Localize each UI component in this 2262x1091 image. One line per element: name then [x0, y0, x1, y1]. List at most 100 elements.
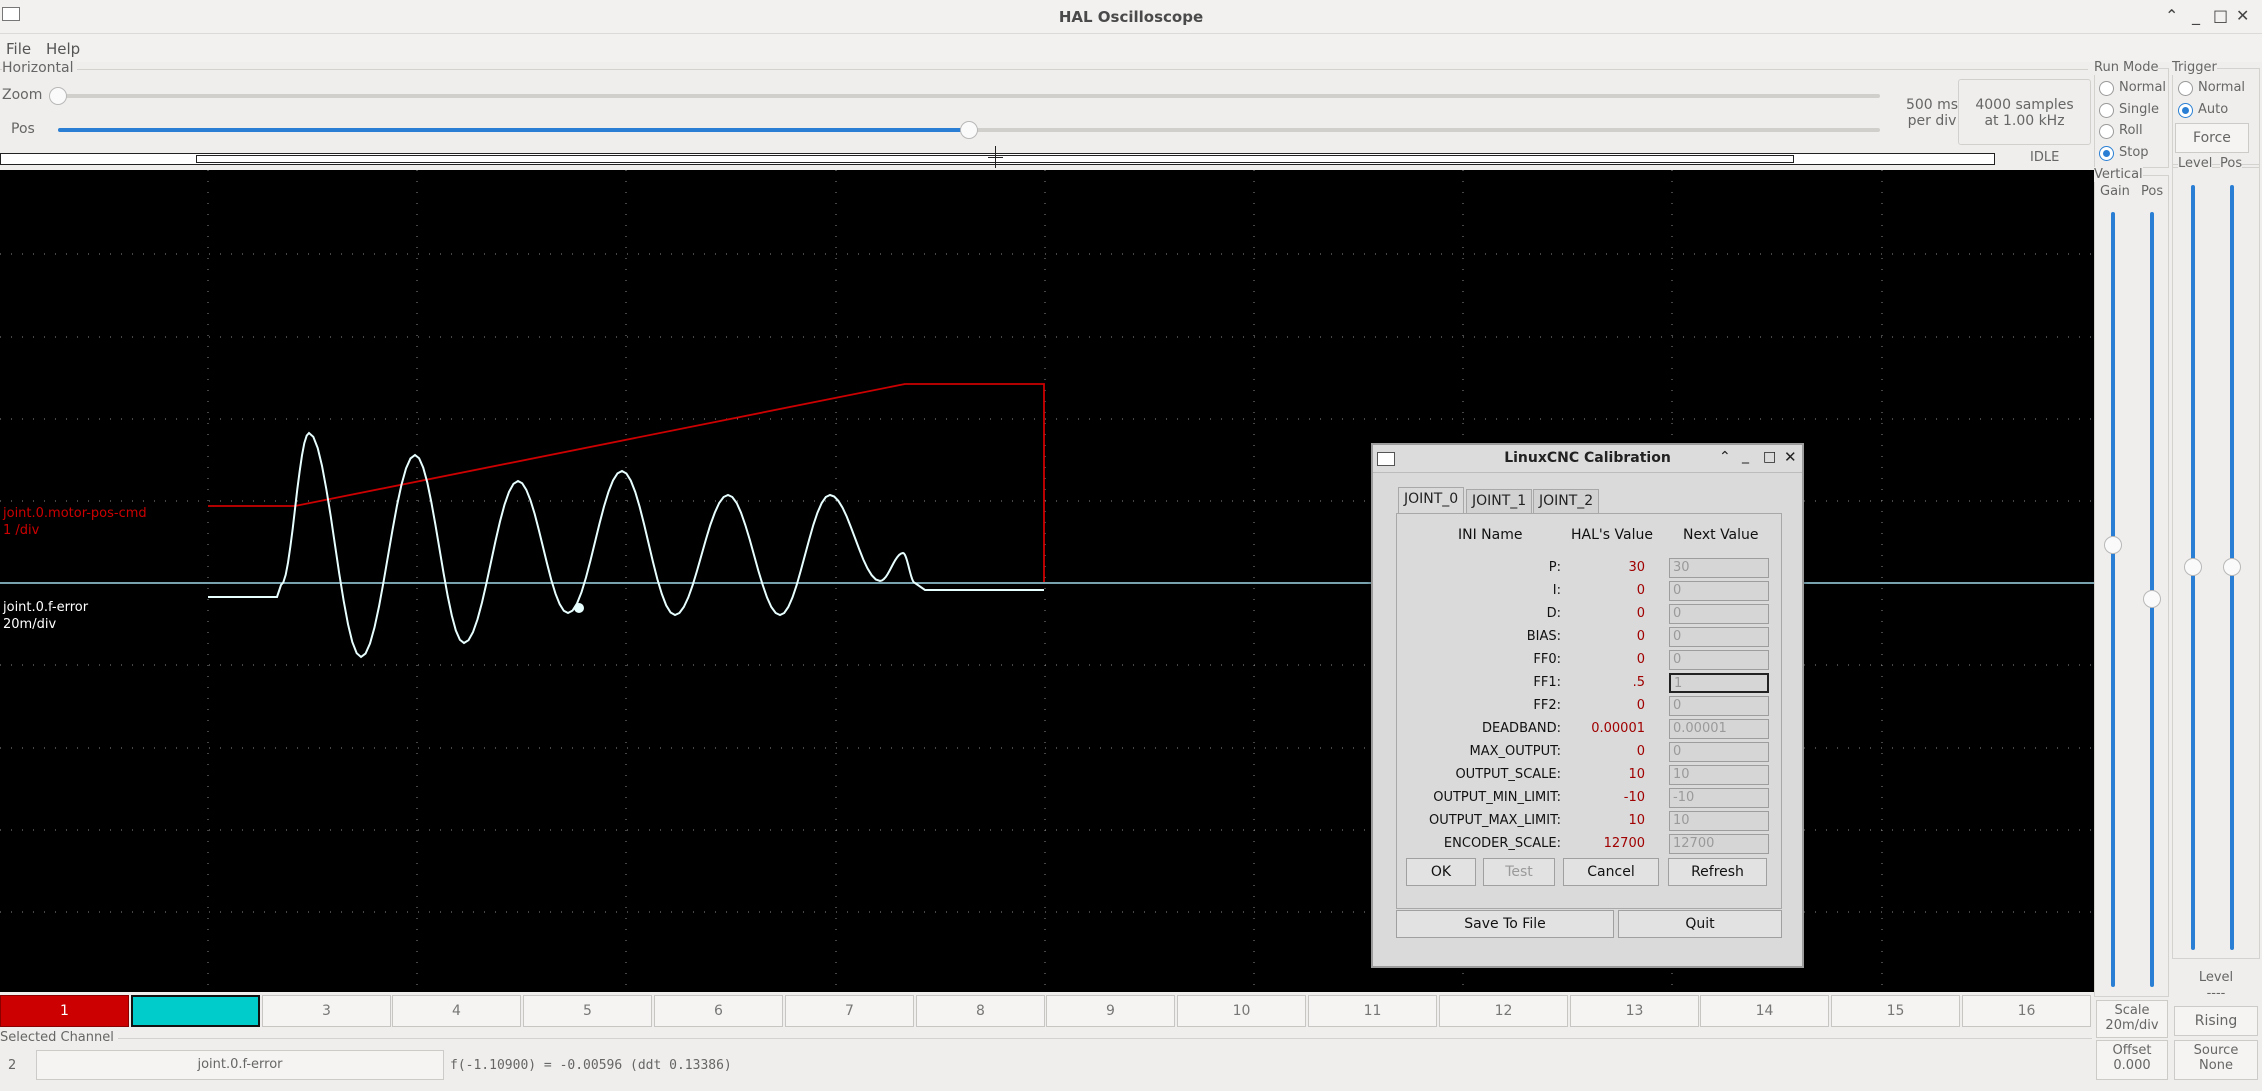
gain-slider-fill[interactable] [2111, 212, 2115, 987]
ch2-trace-label: joint.0.f-error [3, 600, 89, 615]
row-name: BIAS: [1526, 629, 1561, 644]
row-hal-value: 0 [1636, 583, 1645, 598]
trigger-auto-label[interactable]: Auto [2198, 102, 2228, 117]
run-mode-roll-radio[interactable] [2099, 124, 2114, 139]
channel-button-15[interactable]: 15 [1831, 995, 1960, 1027]
run-mode-label: Run Mode [2094, 60, 2159, 75]
channel-button-1[interactable]: 1 [0, 995, 129, 1027]
selected-channel-name-button[interactable]: joint.0.f-error [36, 1050, 444, 1080]
row-next-value-input[interactable]: 30 [1669, 558, 1769, 578]
row-next-value-input[interactable]: 1 [1669, 673, 1769, 693]
gain-label: Gain [2100, 184, 2130, 199]
run-mode-single-label[interactable]: Single [2119, 102, 2159, 117]
ch2-scale-label: 20m/div [3, 617, 57, 632]
header-hal-value: HAL's Value [1571, 527, 1653, 543]
row-next-value-input[interactable]: -10 [1669, 788, 1769, 808]
dialog-close-icon[interactable]: ✕ [1784, 448, 1797, 466]
menu-help[interactable]: Help [46, 40, 80, 58]
channel-button-13[interactable]: 13 [1570, 995, 1699, 1027]
row-hal-value: -10 [1623, 790, 1645, 805]
row-hal-value: 10 [1628, 813, 1645, 828]
row-next-value-input[interactable]: 0 [1669, 696, 1769, 716]
run-mode-roll-label[interactable]: Roll [2119, 123, 2143, 138]
zoom-slider-knob[interactable] [49, 87, 67, 105]
run-status: IDLE [2030, 150, 2060, 165]
cancel-button[interactable]: Cancel [1563, 858, 1659, 886]
run-mode-normal-label[interactable]: Normal [2119, 80, 2166, 95]
channel-button-14[interactable]: 14 [1700, 995, 1829, 1027]
tab-joint-1[interactable]: JOINT_1 [1466, 489, 1533, 513]
offset-button[interactable]: Offset 0.000 [2096, 1040, 2168, 1080]
zoom-slider-track[interactable] [58, 94, 1880, 98]
row-name: D: [1546, 606, 1561, 621]
channel-button-4[interactable]: 4 [392, 995, 521, 1027]
run-mode-stop-label[interactable]: Stop [2119, 145, 2149, 160]
test-button[interactable]: Test [1483, 858, 1555, 886]
row-next-value-input[interactable]: 0 [1669, 742, 1769, 762]
shade-icon[interactable]: ⌃ [2165, 6, 2178, 25]
save-to-file-button[interactable]: Save To File [1396, 910, 1614, 938]
row-next-value-input[interactable]: 0 [1669, 581, 1769, 601]
scale-value: 20m/div [2105, 1018, 2159, 1033]
tab-joint-0[interactable]: JOINT_0 [1398, 487, 1465, 514]
channel-button-2[interactable]: 2 [131, 995, 260, 1027]
minimize-icon[interactable]: _ [2192, 6, 2200, 25]
offset-value: 0.000 [2113, 1058, 2151, 1073]
rising-button[interactable]: Rising [2174, 1006, 2258, 1036]
source-button[interactable]: Source None [2174, 1040, 2258, 1080]
header-next-value: Next Value [1683, 527, 1759, 543]
pos-label: Pos [11, 121, 35, 137]
vertical-frame [2094, 175, 2169, 997]
ok-button[interactable]: OK [1406, 858, 1476, 886]
refresh-button[interactable]: Refresh [1668, 858, 1767, 886]
channel-button-8[interactable]: 8 [916, 995, 1045, 1027]
row-hal-value: 0 [1636, 629, 1645, 644]
row-next-value-input[interactable]: 10 [1669, 811, 1769, 831]
run-mode-normal-radio[interactable] [2099, 81, 2114, 96]
row-next-value-input[interactable]: 0 [1669, 627, 1769, 647]
trigger-level-bottom-label: Level [2198, 970, 2234, 985]
channel-button-7[interactable]: 7 [785, 995, 914, 1027]
trigger-normal-label[interactable]: Normal [2198, 80, 2245, 95]
channel-button-6[interactable]: 6 [654, 995, 783, 1027]
channel-button-16[interactable]: 16 [1962, 995, 2091, 1027]
scale-button[interactable]: Scale 20m/div [2096, 1000, 2168, 1038]
channel-button-11[interactable]: 11 [1308, 995, 1437, 1027]
row-next-value-input[interactable]: 12700 [1669, 834, 1769, 854]
gain-slider-knob[interactable] [2104, 536, 2122, 554]
menu-file[interactable]: File [6, 40, 31, 58]
cursor-readout: f(-1.10900) = -0.00596 (ddt 0.13386) [450, 1058, 732, 1073]
channel-button-12[interactable]: 12 [1439, 995, 1568, 1027]
row-next-value-input[interactable]: 0 [1669, 650, 1769, 670]
row-next-value-input[interactable]: 0.00001 [1669, 719, 1769, 739]
run-mode-single-radio[interactable] [2099, 103, 2114, 118]
dialog-shade-icon[interactable]: ⌃ [1719, 449, 1731, 465]
window-title: HAL Oscilloscope [1058, 8, 1204, 26]
dialog-maximize-icon[interactable]: □ [1763, 449, 1776, 465]
channel-button-9[interactable]: 9 [1046, 995, 1175, 1027]
trigger-pos-slider-knob[interactable] [2223, 558, 2241, 576]
quit-button[interactable]: Quit [1618, 910, 1782, 938]
channel-button-10[interactable]: 10 [1177, 995, 1306, 1027]
channel-button-5[interactable]: 5 [523, 995, 652, 1027]
source-value: None [2199, 1058, 2233, 1073]
trigger-level-slider-knob[interactable] [2184, 558, 2202, 576]
run-mode-stop-radio[interactable] [2099, 146, 2114, 161]
row-next-value-input[interactable]: 10 [1669, 765, 1769, 785]
row-hal-value: 0 [1636, 606, 1645, 621]
row-next-value-input[interactable]: 0 [1669, 604, 1769, 624]
vertical-pos-slider-knob[interactable] [2143, 590, 2161, 608]
pos-slider-knob[interactable] [960, 121, 978, 139]
dialog-minimize-icon[interactable]: _ [1742, 448, 1749, 464]
row-hal-value: .5 [1632, 675, 1645, 690]
row-name: DEADBAND: [1481, 721, 1561, 736]
trigger-auto-radio[interactable] [2178, 103, 2193, 118]
close-icon[interactable]: ✕ [2236, 6, 2249, 25]
calibration-title: LinuxCNC Calibration [1504, 450, 1671, 466]
tab-joint-2[interactable]: JOINT_2 [1533, 489, 1600, 513]
row-hal-value: 30 [1628, 560, 1645, 575]
force-button[interactable]: Force [2175, 123, 2249, 153]
channel-button-3[interactable]: 3 [262, 995, 391, 1027]
maximize-icon[interactable]: □ [2213, 6, 2228, 25]
trigger-normal-radio[interactable] [2178, 81, 2193, 96]
